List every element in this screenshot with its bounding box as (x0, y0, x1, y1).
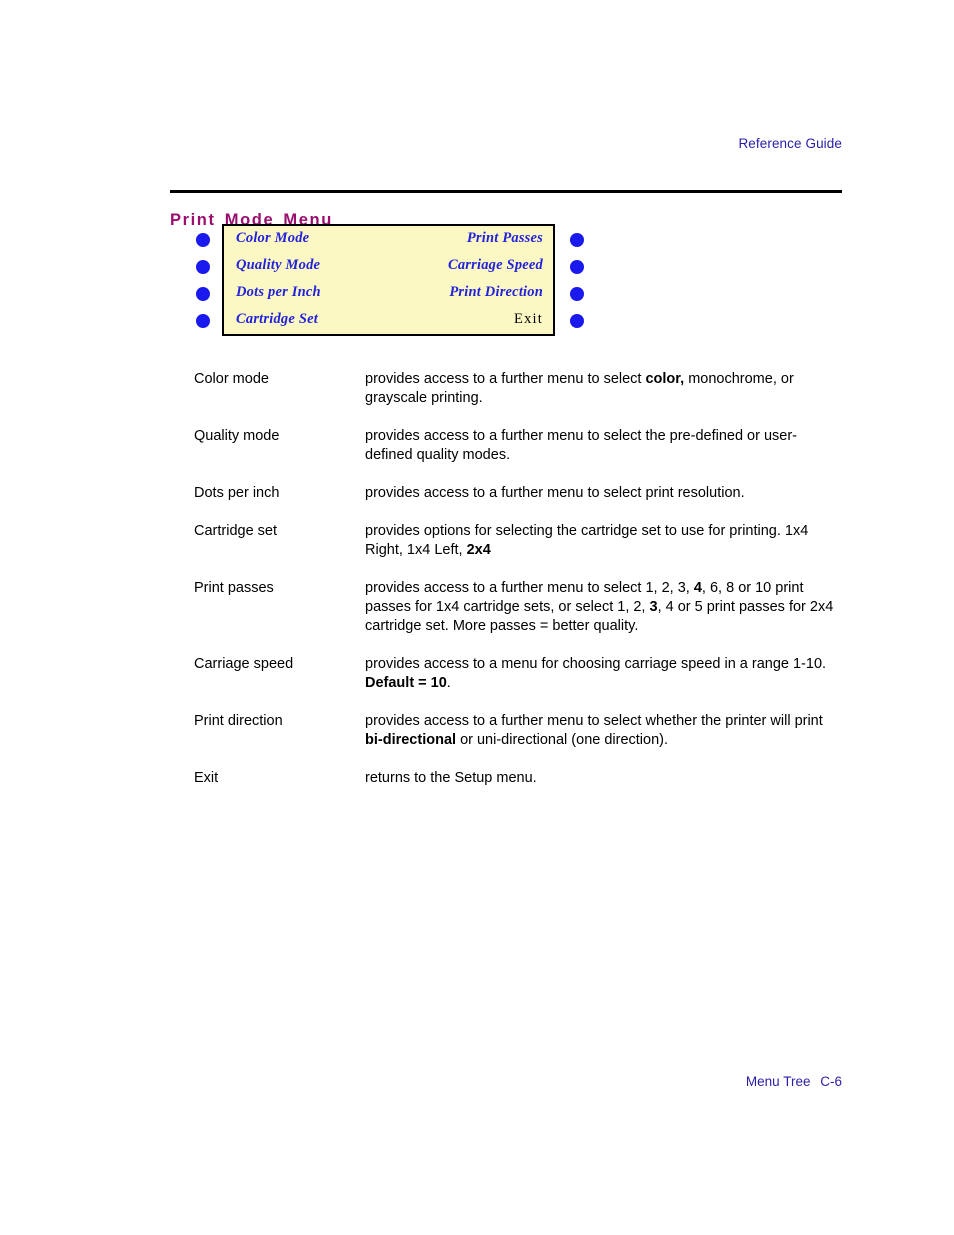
body-text: provides access to a further menu to sel… (365, 713, 823, 729)
body-text: provides access to a further menu to sel… (365, 371, 646, 387)
menu-item-quality-mode[interactable]: Quality Mode (236, 257, 320, 274)
menu-rows: Color Mode Print Passes Quality Mode Car… (236, 230, 543, 338)
menu-item-cartridge-set[interactable]: Cartridge Set (236, 311, 318, 328)
right-softkey-dot-3[interactable] (570, 287, 584, 301)
definition-term: Print passes (194, 580, 274, 596)
footer-section-name: Menu Tree (745, 1074, 811, 1089)
body-text: returns to the Setup menu. (365, 770, 537, 786)
running-footer: Menu Tree C-6 (170, 1074, 842, 1089)
definition-description: provides access to a further menu to sel… (365, 427, 843, 465)
menu-row: Color Mode Print Passes (236, 230, 543, 257)
definition-term: Exit (194, 770, 219, 786)
definition-description: provides access to a further menu to sel… (365, 370, 843, 408)
definition-term: Color mode (194, 371, 269, 387)
menu-row: Quality Mode Carriage Speed (236, 257, 543, 284)
print-mode-menu-figure: Color Mode Print Passes Quality Mode Car… (196, 224, 586, 340)
emphasis-text: color, (645, 371, 685, 387)
body-text: provides access to a further menu to sel… (365, 580, 694, 596)
menu-item-color-mode[interactable]: Color Mode (236, 230, 309, 247)
definition-row: Exit returns to the Setup menu. (194, 769, 844, 788)
definition-row: Print passes provides access to a further… (194, 579, 844, 636)
emphasis-text: bi-directional (365, 732, 457, 748)
emphasis-text: 3 (649, 599, 658, 615)
definition-term: Dots per inch (194, 485, 280, 501)
definition-row: Quality mode provides access to a further… (194, 427, 844, 465)
definition-description: returns to the Setup menu. (365, 769, 843, 788)
body-text: provides access to a further menu to sel… (365, 485, 745, 501)
menu-item-exit[interactable]: Exit (514, 311, 543, 328)
right-softkey-dot-4[interactable] (570, 314, 584, 328)
definition-term: Print direction (194, 713, 283, 729)
menu-definition-list: Color mode provides access to a further m… (194, 370, 844, 807)
document-page: Reference Guide Print Mode Menu Color Mo… (0, 0, 954, 1235)
definition-row: Dots per inch provides access to a furthe… (194, 484, 844, 503)
menu-item-carriage-speed[interactable]: Carriage Speed (448, 257, 543, 274)
emphasis-text: Default = 10 (365, 675, 447, 691)
body-text: . (446, 675, 451, 691)
right-softkey-dot-2[interactable] (570, 260, 584, 274)
definition-description: provides access to a further menu to sel… (365, 579, 843, 636)
body-text: provides access to a menu for choosing c… (365, 656, 827, 672)
header-rule (170, 190, 842, 193)
menu-row: Dots per Inch Print Direction (236, 284, 543, 311)
definition-description: provides options for selecting the cartr… (365, 522, 843, 560)
emphasis-text: 4 (693, 580, 702, 596)
emphasis-text: 2x4 (466, 542, 491, 558)
body-text: provides options for selecting the cartr… (365, 523, 809, 558)
footer-page-number: C-6 (820, 1074, 842, 1089)
running-header: Reference Guide (738, 136, 842, 151)
definition-row: Print direction provides access to a furt… (194, 712, 844, 750)
left-softkey-dot-1[interactable] (196, 233, 210, 247)
definition-description: provides access to a menu for choosing c… (365, 655, 843, 693)
menu-item-print-passes[interactable]: Print Passes (467, 230, 543, 247)
menu-row: Cartridge Set Exit (236, 311, 543, 338)
definition-row: Color mode provides access to a further m… (194, 370, 844, 408)
definition-row: Cartridge set provides options for selec… (194, 522, 844, 560)
definition-term: Carriage speed (194, 656, 294, 672)
left-softkey-dot-3[interactable] (196, 287, 210, 301)
menu-item-print-direction[interactable]: Print Direction (449, 284, 543, 301)
right-softkey-dot-1[interactable] (570, 233, 584, 247)
menu-display-panel: Color Mode Print Passes Quality Mode Car… (222, 224, 555, 336)
definition-description: provides access to a further menu to sel… (365, 484, 843, 503)
body-text: provides access to a further menu to sel… (365, 428, 797, 463)
left-softkey-dot-4[interactable] (196, 314, 210, 328)
left-softkey-dot-2[interactable] (196, 260, 210, 274)
definition-row: Carriage speed provides access to a menu … (194, 655, 844, 693)
definition-description: provides access to a further menu to sel… (365, 712, 843, 750)
menu-item-dots-per-inch[interactable]: Dots per Inch (236, 284, 321, 301)
definition-term: Cartridge set (194, 523, 278, 539)
body-text: or uni-directional (one direction). (456, 732, 669, 748)
definition-term: Quality mode (194, 428, 280, 444)
